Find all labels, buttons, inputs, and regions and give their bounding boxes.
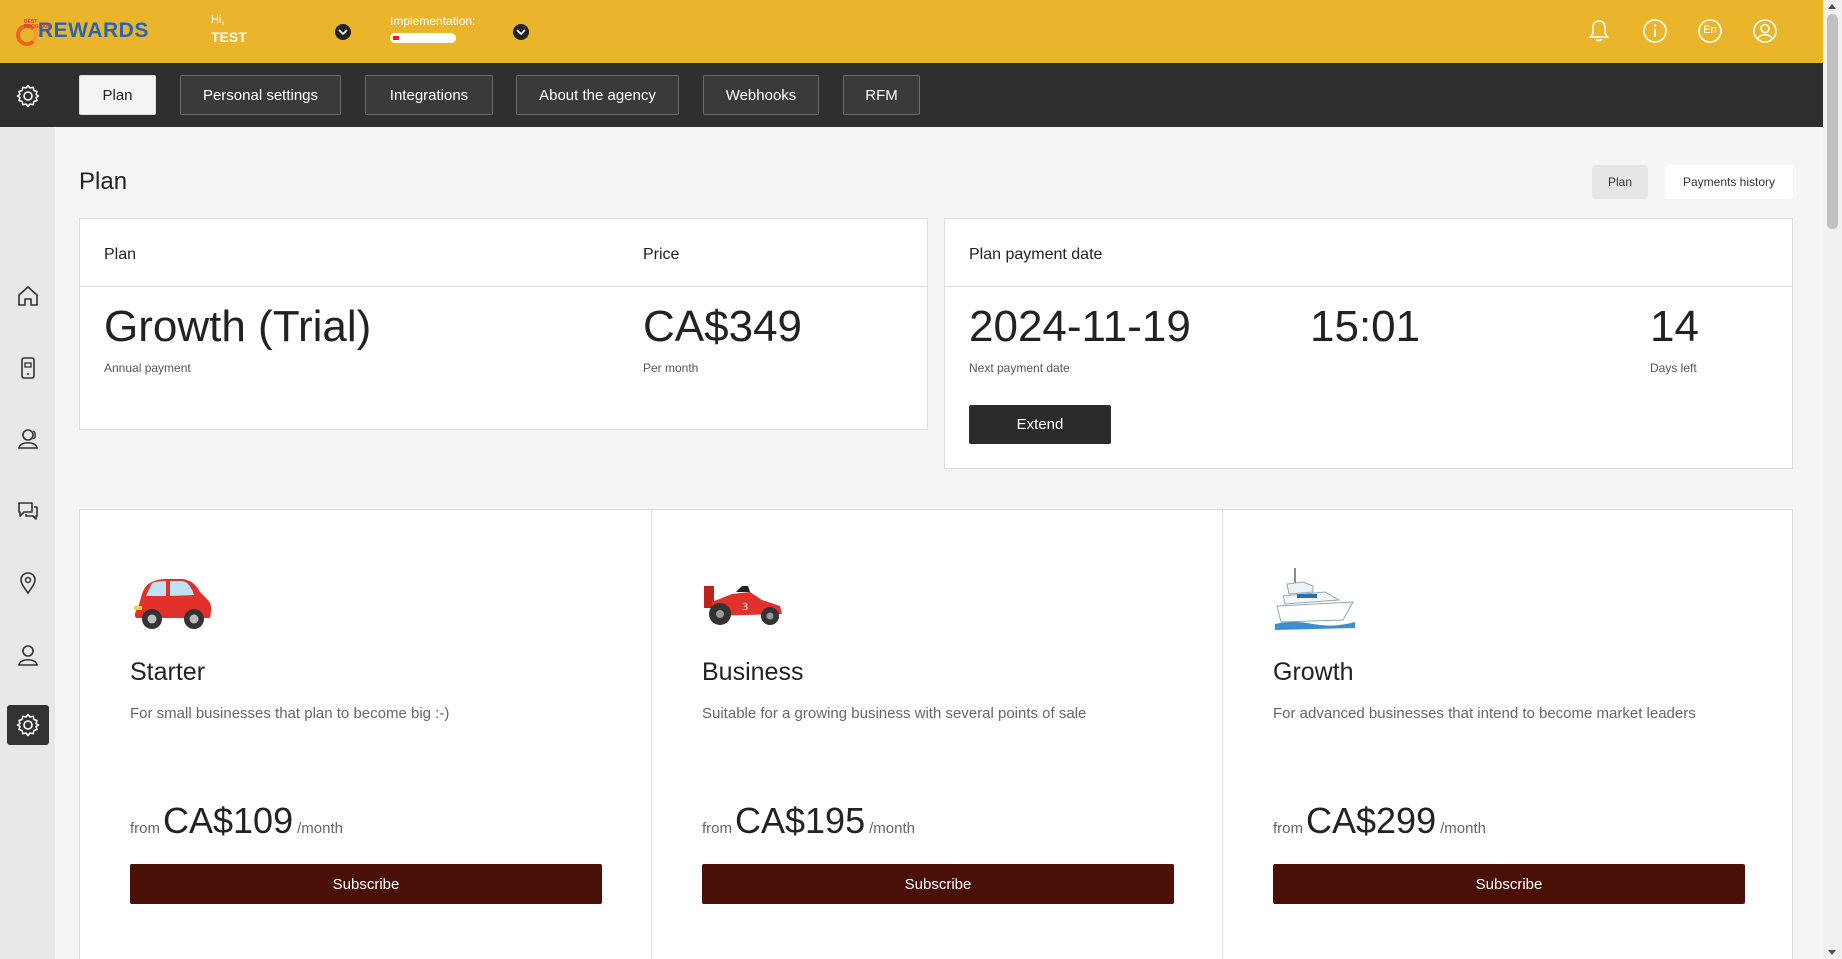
subscribe-button-starter[interactable]: Subscribe <box>130 864 602 904</box>
gear-icon <box>15 83 41 114</box>
logo[interactable]: BEST PROGRAM REWARDS <box>14 16 149 46</box>
plan-price-from: from <box>702 820 732 837</box>
location-icon[interactable] <box>14 569 42 597</box>
plans-grid: Starter For small businesses that plan t… <box>79 509 1793 959</box>
subscribe-button-growth[interactable]: Subscribe <box>1273 864 1745 904</box>
days-left-count: 14 <box>1650 302 1699 351</box>
plan-description: Suitable for a growing business with sev… <box>702 705 1087 722</box>
implementation-status: Implementation: <box>390 14 475 43</box>
implementation-chevron-icon[interactable] <box>513 24 529 40</box>
tab-about-the-agency[interactable]: About the agency <box>516 75 679 115</box>
current-plan-name: Growth (Trial) <box>104 302 372 351</box>
scrollbar-thumb[interactable] <box>1827 14 1838 229</box>
current-plan-header: Plan Price <box>80 219 927 287</box>
current-plan-note: Annual payment <box>104 361 191 375</box>
language-code: En <box>1703 24 1717 36</box>
plan-price: from CA$299 /month <box>1273 800 1486 842</box>
payments-history-button[interactable]: Payments history <box>1665 165 1793 199</box>
scroll-down-icon[interactable] <box>1828 950 1836 955</box>
user-icon[interactable] <box>14 641 42 669</box>
top-bar: BEST PROGRAM REWARDS Hi, TEST Implementa… <box>0 0 1823 63</box>
payment-date-title: Plan payment date <box>969 246 1103 263</box>
plan-price-period: /month <box>297 820 343 837</box>
brand-name: REWARDS <box>38 19 149 42</box>
plan-price-from: from <box>1273 820 1303 837</box>
sidebar <box>0 127 55 959</box>
plan-name: Starter <box>130 658 206 686</box>
plan-price-from: from <box>130 820 160 837</box>
plan-price-amount: CA$195 <box>735 800 866 841</box>
payment-date-card: Plan payment date 2024-11-19 Next paymen… <box>944 218 1793 469</box>
greeting-text: Hi, <box>211 14 225 26</box>
user-greeting: Hi, TEST <box>211 14 247 45</box>
info-icon[interactable] <box>1642 18 1668 44</box>
plan-card-growth: Growth For advanced businesses that inte… <box>1222 510 1793 959</box>
plan-price-amount: CA$109 <box>163 800 294 841</box>
payment-date-header: Plan payment date <box>945 219 1792 287</box>
next-payment-date-note: Next payment date <box>969 361 1070 375</box>
mobile-card-icon[interactable] <box>14 354 42 382</box>
price-column-header: Price <box>643 246 680 263</box>
user-name: TEST <box>211 29 247 45</box>
tab-integrations[interactable]: Integrations <box>365 75 493 115</box>
plan-card-starter: Starter For small businesses that plan t… <box>80 510 651 959</box>
page-scrollbar[interactable] <box>1823 0 1842 959</box>
plan-card-business: 3 Business Suitable for a growing busine… <box>651 510 1222 959</box>
plan-column-header: Plan <box>104 246 137 263</box>
tab-webhooks[interactable]: Webhooks <box>703 75 819 115</box>
tab-rfm[interactable]: RFM <box>843 75 920 115</box>
customers-icon[interactable] <box>14 425 42 453</box>
subscribe-button-business[interactable]: Subscribe <box>702 864 1174 904</box>
race-car-icon: 3 <box>702 562 786 638</box>
plan-toggle-button[interactable]: Plan <box>1592 165 1648 199</box>
bell-icon[interactable] <box>1586 18 1612 44</box>
logo-mark-icon: BEST PROGRAM <box>14 16 50 46</box>
svg-text:3: 3 <box>742 602 748 613</box>
plan-price: from CA$109 /month <box>130 800 343 842</box>
account-icon[interactable] <box>1752 18 1778 44</box>
home-icon[interactable] <box>14 282 42 310</box>
language-icon[interactable]: En <box>1697 18 1723 44</box>
page-title: Plan <box>79 168 128 195</box>
tab-personal-settings[interactable]: Personal settings <box>180 75 341 115</box>
user-menu-chevron-icon[interactable] <box>335 24 351 40</box>
car-icon <box>130 562 214 638</box>
implementation-progress-bar <box>390 33 456 43</box>
plan-name: Business <box>702 658 804 686</box>
current-plan-card: Plan Price Growth (Trial) Annual payment… <box>79 218 928 430</box>
tab-plan[interactable]: Plan <box>79 75 156 115</box>
current-plan-price: CA$349 <box>643 302 803 351</box>
plan-description: For advanced businesses that intend to b… <box>1273 705 1696 722</box>
chat-icon[interactable] <box>14 497 42 525</box>
settings-icon[interactable] <box>14 711 42 739</box>
next-payment-date: 2024-11-19 <box>969 302 1191 351</box>
plan-price-period: /month <box>869 820 915 837</box>
current-plan-price-note: Per month <box>643 361 699 375</box>
days-left-note: Days left <box>1650 361 1697 375</box>
scroll-up-icon[interactable] <box>1828 4 1836 9</box>
plan-description: For small businesses that plan to become… <box>130 705 450 722</box>
plan-price: from CA$195 /month <box>702 800 915 842</box>
extend-button[interactable]: Extend <box>969 405 1111 444</box>
plan-price-amount: CA$299 <box>1306 800 1437 841</box>
plan-name: Growth <box>1273 658 1354 686</box>
implementation-label: Implementation: <box>390 14 476 28</box>
next-payment-time: 15:01 <box>1310 302 1421 351</box>
settings-nav-bar: Plan Personal settings Integrations Abou… <box>0 63 1823 127</box>
yacht-icon <box>1273 562 1357 638</box>
plan-price-period: /month <box>1440 820 1486 837</box>
